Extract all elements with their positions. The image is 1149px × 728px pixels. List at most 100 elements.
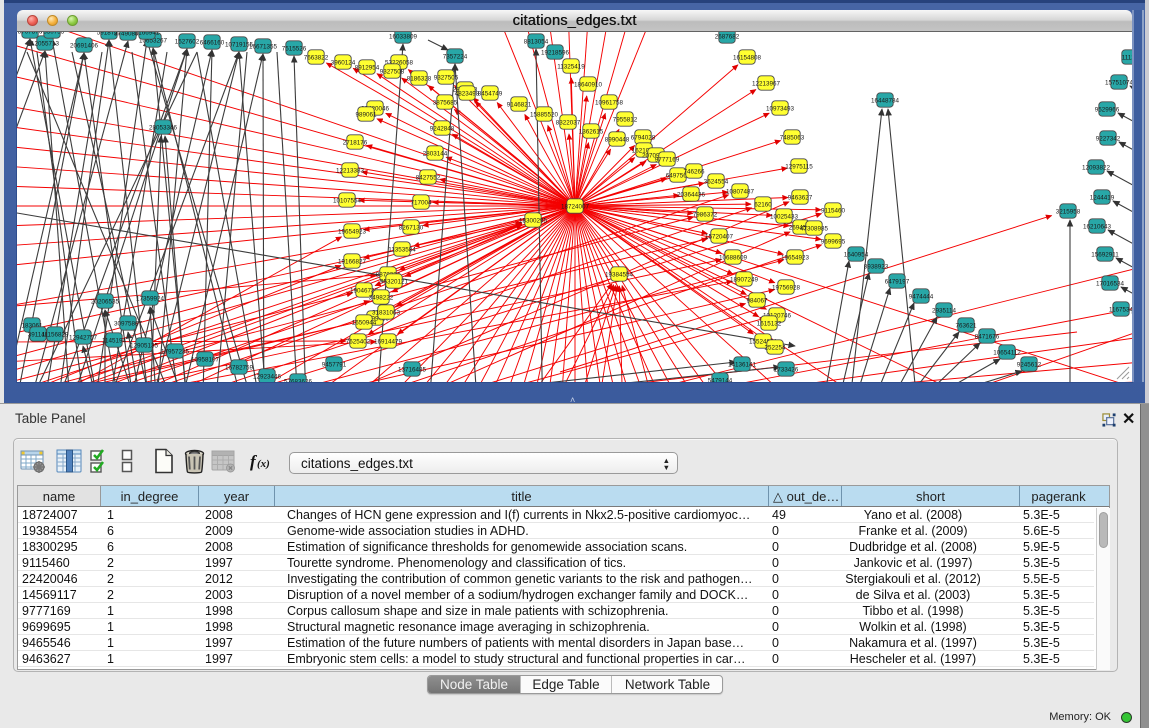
svg-text:16033809: 16033809: [389, 33, 418, 40]
svg-text:989061: 989061: [355, 111, 377, 118]
svg-text:16448784: 16448784: [871, 97, 900, 104]
svg-text:4823498: 4823498: [455, 90, 480, 97]
svg-text:7357224: 7357224: [443, 53, 468, 60]
svg-text:10025433: 10025433: [770, 213, 799, 220]
svg-text:12905135: 12905135: [130, 342, 159, 349]
svg-text:14136141: 14136141: [728, 361, 757, 368]
svg-text:7625402: 7625402: [346, 338, 371, 345]
svg-text:17359924: 17359924: [136, 295, 165, 302]
svg-text:62160: 62160: [754, 201, 772, 208]
svg-text:18724007: 18724007: [561, 203, 590, 210]
svg-text:10107554: 10107554: [333, 197, 362, 204]
svg-text:9227342: 9227342: [1096, 135, 1121, 142]
svg-text:2803144: 2803144: [423, 150, 448, 157]
svg-text:8322037: 8322037: [556, 119, 581, 126]
svg-text:1615132: 1615132: [757, 320, 782, 327]
svg-text:8912954: 8912954: [355, 64, 380, 71]
svg-text:12213383: 12213383: [336, 167, 365, 174]
svg-text:16210643: 16210643: [1083, 223, 1112, 230]
svg-text:12942757: 12942757: [69, 334, 98, 341]
svg-text:984067: 984067: [746, 297, 768, 304]
svg-text:717004: 717004: [410, 199, 432, 206]
svg-text:11353584: 11353584: [388, 246, 416, 253]
svg-text:15751074: 15751074: [1105, 79, 1132, 86]
svg-text:17957235: 17957235: [161, 348, 190, 355]
svg-text:18640910: 18640910: [574, 81, 603, 88]
svg-text:19384554: 19384554: [605, 271, 634, 278]
svg-text:6794028: 6794028: [631, 134, 656, 141]
svg-text:3624554: 3624554: [704, 178, 729, 185]
svg-text:95320121: 95320121: [380, 278, 409, 285]
svg-text:9327508: 9327508: [380, 68, 405, 75]
svg-text:9146821: 9146821: [507, 101, 532, 108]
svg-text:12923446: 12923446: [253, 373, 282, 380]
svg-text:10973493: 10973493: [766, 105, 795, 112]
svg-text:19218596: 19218596: [541, 49, 570, 56]
svg-text:20691406: 20691406: [70, 42, 99, 49]
svg-text:10654112: 10654112: [993, 349, 1021, 356]
svg-text:1145194: 1145194: [102, 337, 127, 344]
svg-text:9457791: 9457791: [322, 361, 347, 368]
svg-text:7663822: 7663822: [304, 54, 329, 61]
svg-text:7955812: 7955812: [613, 116, 638, 123]
svg-text:(x): (x): [257, 458, 270, 470]
svg-text:18907249: 18907249: [730, 276, 759, 283]
svg-text:763621: 763621: [955, 322, 977, 329]
svg-text:9115460: 9115460: [821, 207, 846, 214]
svg-text:9463627: 9463627: [788, 194, 813, 201]
svg-text:2166941: 2166941: [135, 32, 160, 36]
svg-text:17016534: 17016534: [1096, 280, 1125, 287]
svg-text:3498222: 3498222: [369, 294, 394, 301]
svg-text:7986372: 7986372: [693, 211, 718, 218]
svg-text:1640954: 1640954: [844, 251, 869, 258]
svg-text:1650944: 1650944: [352, 319, 377, 326]
svg-text:8938923: 8938923: [864, 263, 889, 270]
svg-text:8990448: 8990448: [605, 136, 630, 143]
svg-text:6466160: 6466160: [200, 39, 225, 46]
svg-text:3960124: 3960124: [331, 59, 356, 66]
svg-text:9474444: 9474444: [909, 293, 934, 300]
svg-text:19654923: 19654923: [781, 254, 810, 261]
svg-text:12093822: 12093822: [1082, 164, 1111, 171]
svg-text:15720407: 15720407: [705, 233, 734, 240]
svg-text:1527602: 1527602: [175, 38, 200, 45]
svg-text:10958107: 10958107: [191, 356, 220, 363]
svg-text:8186328: 8186328: [407, 75, 432, 82]
svg-text:20206535: 20206535: [91, 298, 120, 305]
svg-text:746266: 746266: [683, 168, 705, 175]
svg-text:2687682: 2687682: [715, 33, 740, 40]
svg-text:12213967: 12213967: [752, 80, 781, 87]
svg-text:7515526: 7515526: [282, 45, 307, 52]
svg-text:7485063: 7485063: [780, 134, 805, 141]
svg-text:9699695: 9699695: [821, 238, 846, 245]
svg-text:13716485: 13716485: [398, 366, 427, 373]
svg-text:8471676: 8471676: [975, 333, 1000, 340]
svg-text:1167534: 1167534: [1109, 306, 1132, 313]
svg-text:15692911: 15692911: [1091, 251, 1119, 258]
svg-text:8267130: 8267130: [399, 224, 424, 231]
svg-text:9242848: 9242848: [430, 125, 455, 132]
svg-text:47308985: 47308985: [800, 225, 829, 232]
svg-text:3875685: 3875685: [433, 99, 458, 106]
svg-text:9529966: 9529966: [1095, 106, 1120, 113]
svg-text:16671355: 16671355: [249, 43, 278, 50]
svg-text:9777169: 9777169: [655, 156, 680, 163]
svg-text:16782759: 16782759: [225, 364, 254, 371]
svg-text:8427552: 8427552: [416, 174, 441, 181]
svg-text:16154808: 16154808: [733, 54, 762, 61]
svg-text:11124: 11124: [1122, 54, 1132, 61]
svg-text:9245612: 9245612: [1017, 361, 1042, 368]
svg-text:7350753: 7350753: [40, 32, 65, 35]
svg-text:15885520: 15885520: [530, 111, 559, 118]
svg-text:8813054: 8813054: [524, 38, 549, 45]
svg-text:3215958: 3215958: [1056, 208, 1081, 215]
svg-text:31831063: 31831063: [372, 309, 401, 316]
svg-text:11325419: 11325419: [557, 63, 585, 70]
svg-text:30975867: 30975867: [114, 320, 143, 327]
svg-text:12055713: 12055713: [31, 40, 60, 47]
svg-text:10688609: 10688609: [719, 254, 748, 261]
svg-text:1362615: 1362615: [579, 128, 604, 135]
svg-text:18300295: 18300295: [519, 217, 548, 224]
svg-text:6479197: 6479197: [885, 278, 910, 285]
svg-text:9327505: 9327505: [434, 74, 459, 81]
